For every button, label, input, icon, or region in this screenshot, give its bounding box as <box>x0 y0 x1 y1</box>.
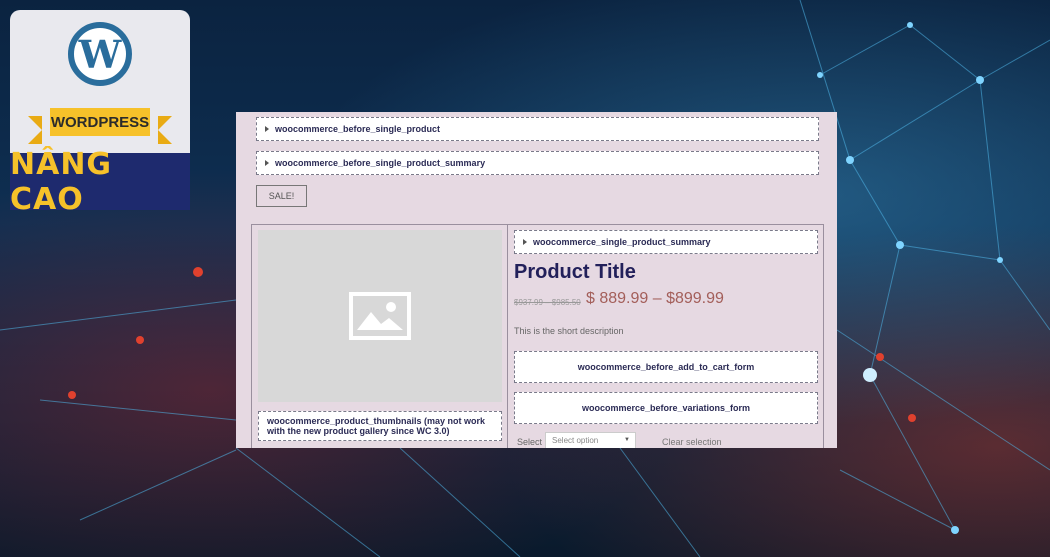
hook-single-product-summary[interactable]: woocommerce_single_product_summary <box>514 230 818 254</box>
variation-select[interactable]: Select option ▼ <box>545 432 636 448</box>
product-gallery-column: woocommerce_product_thumbnails (may not … <box>252 225 508 448</box>
hook-label: woocommerce_single_product_summary <box>533 237 711 247</box>
hook-label: woocommerce_product_thumbnails (may not … <box>267 416 486 436</box>
price-original: $937.99 – $985.50 <box>514 298 581 307</box>
logo-ribbon: WORDPRESS <box>28 106 172 146</box>
hook-label: woocommerce_before_single_product <box>275 124 441 134</box>
clear-selection-link[interactable]: Clear selection <box>662 437 722 447</box>
product-image-placeholder <box>258 230 502 402</box>
hook-before-summary[interactable]: woocommerce_before_single_product_summar… <box>256 151 819 175</box>
hook-product-thumbnails[interactable]: woocommerce_product_thumbnails (may not … <box>258 411 502 441</box>
short-description: This is the short description <box>514 326 624 336</box>
ribbon-tail-right <box>158 116 172 144</box>
hook-before-single-product[interactable]: woocommerce_before_single_product <box>256 117 819 141</box>
hook-label: woocommerce_before_single_product_summar… <box>275 158 486 168</box>
hook-before-add-to-cart-form[interactable]: woocommerce_before_add_to_cart_form <box>514 351 818 383</box>
caret-right-icon <box>265 126 269 132</box>
price-sale: $ 889.99 – $899.99 <box>586 290 724 307</box>
sale-badge: SALE! <box>256 185 307 207</box>
product-title: Product Title <box>514 261 636 283</box>
ribbon-tail-left <box>28 116 42 144</box>
select-placeholder: Select option <box>552 436 599 445</box>
image-icon <box>349 292 411 340</box>
variation-select-label: Select <box>517 437 543 447</box>
ribbon-text: WORDPRESS <box>50 108 150 136</box>
hook-before-variations-form[interactable]: woocommerce_before_variations_form <box>514 392 818 424</box>
logo-subtitle: NÂNG CAO <box>10 147 190 210</box>
product-page-preview: woocommerce_before_single_product woocom… <box>236 112 837 448</box>
hook-label: woocommerce_before_variations_form <box>581 403 751 413</box>
wordpress-icon: W <box>68 22 132 86</box>
caret-right-icon <box>523 239 527 245</box>
caret-right-icon <box>265 160 269 166</box>
dropdown-arrow-icon: ▼ <box>624 437 630 443</box>
wordpress-nang-cao-logo: W WORDPRESS NÂNG CAO <box>10 10 190 210</box>
hook-label: woocommerce_before_add_to_cart_form <box>577 362 755 372</box>
